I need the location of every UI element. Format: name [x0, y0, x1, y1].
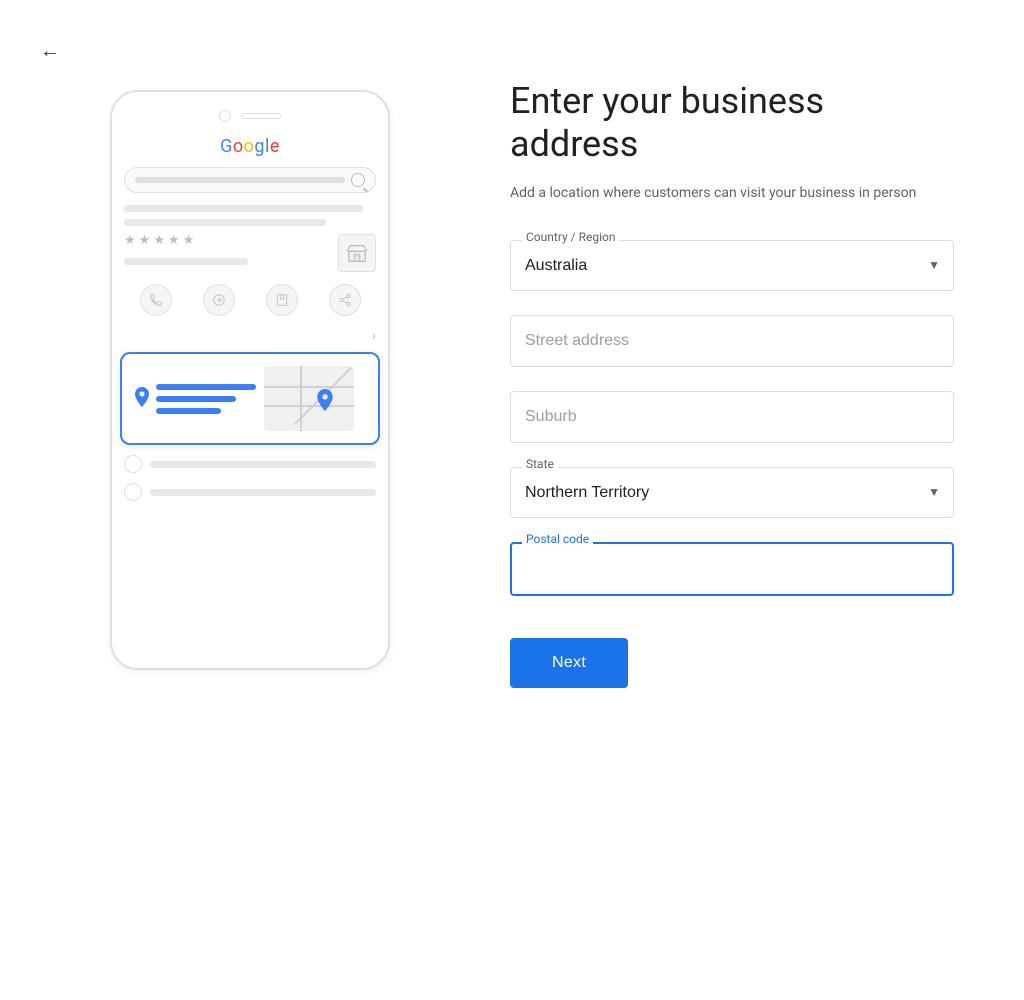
pin-icon	[134, 387, 150, 411]
page-container: ← Google	[0, 0, 1024, 1000]
street-field	[510, 315, 954, 367]
suburb-input[interactable]	[510, 391, 954, 443]
highlight-card-left	[134, 384, 256, 414]
phone-chevron: ›	[124, 328, 376, 344]
content-line-1	[124, 205, 363, 212]
store-icon	[338, 234, 376, 272]
phone-speaker	[241, 113, 281, 119]
phone-top-bar	[124, 110, 376, 122]
contact-web-icon	[124, 483, 142, 501]
phone-camera	[219, 110, 231, 122]
highlight-card	[120, 352, 380, 445]
contact-phone-icon	[124, 455, 142, 473]
street-input[interactable]	[510, 315, 954, 367]
google-logo: Google	[220, 136, 280, 157]
form-subtitle: Add a location where customers can visit…	[510, 184, 954, 204]
postal-field: Postal code	[510, 542, 954, 596]
postal-input[interactable]	[510, 542, 954, 596]
country-select[interactable]: Australia United States United Kingdom C…	[510, 240, 954, 291]
country-select-wrapper: Australia United States United Kingdom C…	[510, 240, 954, 291]
phone-business-card: ★ ★ ★ ★ ★	[124, 233, 376, 272]
action-btn-directions	[203, 284, 235, 316]
action-btn-phone	[140, 284, 172, 316]
country-field: Country / Region Australia United States…	[510, 240, 954, 291]
content-line-2	[124, 219, 326, 226]
left-panel: ← Google	[20, 40, 480, 960]
state-select[interactable]: Northern Territory New South Wales Victo…	[510, 467, 954, 518]
stars-row: ★ ★ ★ ★ ★	[124, 233, 330, 248]
right-panel: Enter your business address Add a locati…	[480, 40, 1004, 960]
store-lines: ★ ★ ★ ★ ★	[124, 233, 330, 272]
form-title: Enter your business address	[510, 80, 954, 166]
back-button[interactable]: ←	[40, 40, 60, 63]
phone-mockup: Google ★ ★ ★ ★ ★	[110, 90, 390, 670]
action-btn-save	[266, 284, 298, 316]
suburb-field	[510, 391, 954, 443]
contact-row-web	[124, 483, 376, 501]
action-btn-share	[329, 284, 361, 316]
phone-bottom-lines	[124, 455, 376, 501]
phone-search-bar	[124, 167, 376, 193]
phone-actions-row	[124, 284, 376, 316]
state-field: State Northern Territory New South Wales…	[510, 467, 954, 518]
contact-row-phone	[124, 455, 376, 473]
country-label: Country / Region	[522, 230, 619, 244]
map-pin-icon	[316, 389, 334, 416]
google-logo-area: Google	[124, 136, 376, 157]
state-select-wrapper: Northern Territory New South Wales Victo…	[510, 467, 954, 518]
postal-label: Postal code	[522, 532, 593, 546]
highlight-lines	[156, 384, 256, 414]
next-button[interactable]: Next	[510, 638, 628, 688]
content-line-3	[124, 258, 248, 265]
search-bar-fill	[135, 177, 345, 183]
state-label: State	[522, 457, 558, 471]
search-icon	[351, 173, 365, 187]
map-preview	[264, 366, 354, 431]
